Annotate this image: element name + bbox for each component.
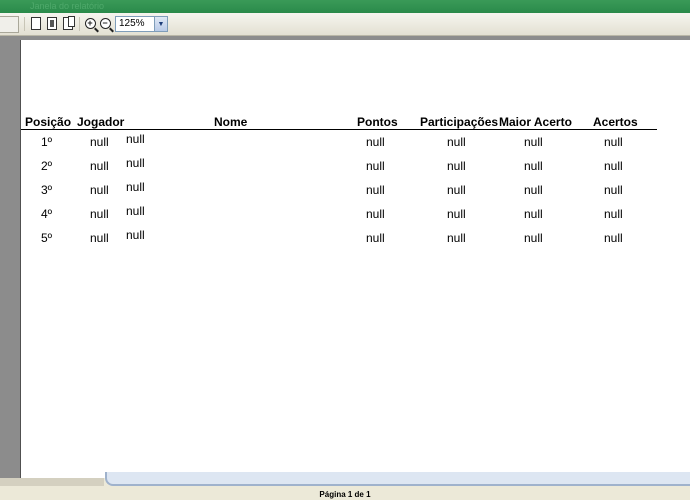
zoom-in-icon: +	[84, 18, 96, 29]
cell-nome: null	[126, 204, 145, 218]
cell-jogador: null	[90, 159, 109, 173]
cell-nome: null	[126, 180, 145, 194]
report-viewport[interactable]: Posição Jogador Nome Pontos Participaçõe…	[0, 36, 690, 480]
col-acertos: Acertos	[593, 115, 638, 129]
cell-nome: null	[126, 132, 145, 146]
zoom-out-icon: −	[99, 18, 111, 29]
cell-acertos: null	[604, 207, 623, 221]
cell-participacoes: null	[447, 135, 466, 149]
cell-acertos: null	[604, 183, 623, 197]
status-bar: Página 1 de 1	[0, 472, 690, 500]
cell-pontos: null	[366, 231, 385, 245]
cell-participacoes: null	[447, 207, 466, 221]
cell-participacoes: null	[447, 159, 466, 173]
zoom-in-button[interactable]: +	[83, 16, 97, 31]
chevron-down-icon[interactable]: ▼	[154, 17, 167, 31]
cell-pontos: null	[366, 207, 385, 221]
toolbar-separator	[79, 17, 80, 31]
page-indicator: Página 1 de 1	[319, 490, 371, 499]
cell-jogador: null	[90, 207, 109, 221]
zoom-value: 125%	[119, 18, 145, 29]
title-bar: Janela do relatório	[0, 0, 690, 13]
cell-jogador: null	[90, 135, 109, 149]
col-nome: Nome	[214, 115, 248, 129]
cell-maior-acerto: null	[524, 183, 543, 197]
toolbar-field[interactable]	[0, 16, 19, 33]
cell-nome: null	[126, 156, 145, 170]
cell-maior-acerto: null	[524, 231, 543, 245]
cell-posicao: 3º	[41, 183, 53, 197]
cell-pontos: null	[366, 183, 385, 197]
header-divider	[21, 129, 657, 130]
cell-maior-acerto: null	[524, 159, 543, 173]
toolbar: + − 125% ▼	[0, 13, 690, 36]
status-shadow	[0, 478, 104, 486]
page-frame-edge	[105, 472, 690, 486]
col-pontos: Pontos	[357, 115, 398, 129]
cell-posicao: 1º	[41, 135, 53, 149]
toolbar-separator	[24, 17, 25, 31]
cell-participacoes: null	[447, 183, 466, 197]
col-participacoes: Participações	[420, 115, 499, 129]
col-jogador: Jogador	[77, 115, 125, 129]
col-posicao: Posição	[25, 115, 72, 129]
three-pages-icon	[63, 16, 75, 30]
cell-nome: null	[126, 228, 145, 242]
three-pages-button[interactable]	[61, 16, 75, 31]
cell-pontos: null	[366, 135, 385, 149]
single-page-button[interactable]	[29, 16, 43, 31]
cell-acertos: null	[604, 159, 623, 173]
zoom-out-button[interactable]: −	[98, 16, 112, 31]
cell-maior-acerto: null	[524, 135, 543, 149]
cell-posicao: 4º	[41, 207, 53, 221]
cell-posicao: 2º	[41, 159, 53, 173]
cell-jogador: null	[90, 231, 109, 245]
window-title: Janela do relatório	[30, 1, 105, 11]
cell-acertos: null	[604, 231, 623, 245]
cell-participacoes: null	[447, 231, 466, 245]
cell-jogador: null	[90, 183, 109, 197]
report-page: Posição Jogador Nome Pontos Participaçõe…	[20, 40, 690, 480]
single-page-icon	[31, 17, 41, 30]
cell-pontos: null	[366, 159, 385, 173]
col-maior-acerto: Maior Acerto	[499, 115, 572, 129]
zoom-select[interactable]: 125% ▼	[115, 16, 168, 32]
cell-maior-acerto: null	[524, 207, 543, 221]
two-pages-icon	[47, 17, 57, 30]
cell-posicao: 5º	[41, 231, 53, 245]
cell-acertos: null	[604, 135, 623, 149]
two-pages-button[interactable]	[45, 16, 59, 31]
